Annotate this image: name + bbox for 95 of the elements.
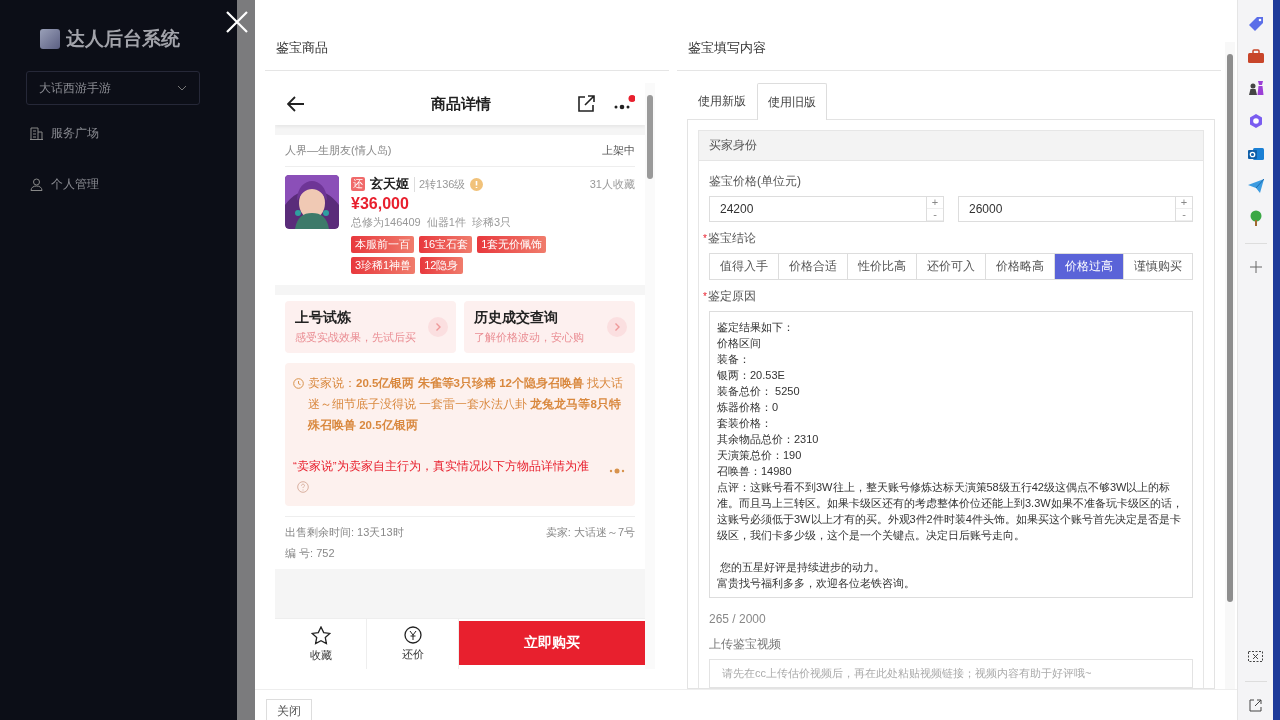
page-title: 商品详情 [430, 94, 492, 114]
close-icon[interactable] [225, 10, 249, 34]
field-label: 鉴宝结论 [707, 230, 756, 247]
increment-button[interactable]: + [927, 197, 943, 209]
hexagon-icon[interactable] [1247, 113, 1264, 129]
section-title: 鉴宝填写内容 [677, 32, 1221, 71]
star-icon [310, 625, 331, 645]
increment-button[interactable]: + [1176, 197, 1192, 209]
favorites-count: 31人收藏 [589, 176, 635, 192]
chevron-right-icon [607, 317, 627, 337]
promo-card[interactable]: 上号试炼 感受实战效果，先试后买 [285, 301, 456, 353]
text-line: 装备： [717, 352, 750, 367]
back-arrow-icon[interactable] [287, 96, 305, 112]
text-line: 其余物品总价：2310 [717, 432, 819, 447]
text-line: 点评：这账号看不到3W往上，整天账号修炼达标天演策58级五行42级这偶点不够3W以上的标准。而且马上三转区。如果卡级区还有的考虑整体价位还能上到3.3W如果不准备玩卡级区的话，这账号必须低于3W以上才有的买。外观3件2件时装4件头饰。如果买这个账号首先决定是否是卡级区，我们卡多少级，这个是一个关键点。决定日后账号走向。 [717, 480, 1184, 543]
tag: 本服前一百 [351, 236, 414, 253]
seller-note: 卖家说：20.5亿银两 朱雀等3只珍稀 12个隐身召唤兽 找大话迷～细节底子没得说 一套雷一套水法八卦 龙兔龙马等8只特殊召唤兽 20.5亿银两 [308, 376, 625, 433]
badge: 还 [351, 177, 365, 191]
external-link-icon[interactable] [1249, 699, 1262, 712]
paper-plane-icon[interactable] [1247, 179, 1264, 193]
decrement-button[interactable]: - [1176, 209, 1192, 221]
coin-icon [403, 626, 422, 644]
text-line: 套装价格： [717, 416, 772, 431]
promo-title: 历史成交查询 [474, 309, 559, 327]
text-line: 价格区间 [717, 336, 761, 351]
option-button[interactable]: 价格合适 [779, 254, 848, 279]
tree-icon[interactable] [1248, 210, 1263, 226]
building-icon [30, 127, 43, 140]
required-mark: * [703, 291, 707, 302]
number-field[interactable]: 26000 [958, 196, 1176, 222]
share-icon[interactable] [577, 95, 595, 113]
tag-icon[interactable] [1247, 16, 1264, 32]
text-line: 炼器价格：0 [717, 400, 779, 415]
promo-title: 上号试炼 [295, 309, 352, 327]
clock-icon [293, 378, 304, 389]
seller-name: 卖家: 大话迷～7号 [545, 525, 635, 540]
option-button[interactable]: 还价可入 [917, 254, 986, 279]
status-text: 上架中 [602, 143, 635, 158]
toolbox-icon[interactable] [1247, 49, 1264, 63]
scrollbar[interactable] [645, 83, 655, 669]
nav-item[interactable]: 服务广场 [51, 125, 99, 142]
level-text: 2转136级 [414, 176, 466, 192]
item-number: 编 号: 752 [285, 546, 336, 561]
option-button[interactable]: 谨慎购买 [1124, 254, 1192, 279]
buy-button[interactable]: 立即购买 [459, 621, 645, 665]
panel-header: 买家身份 [699, 131, 1203, 161]
action-button[interactable]: 收藏 [275, 619, 367, 669]
section-title: 鉴宝商品 [265, 32, 669, 71]
tab[interactable]: 使用旧版 [757, 83, 827, 120]
text-line: 鉴定结果如下： [717, 320, 794, 335]
chevron-down-icon [177, 85, 187, 91]
scrollbar[interactable] [1225, 42, 1235, 689]
tag: 12隐身 [420, 257, 463, 274]
option-button[interactable]: 价格过高 [1055, 254, 1124, 279]
game-dropdown[interactable]: 大话西游手游 [26, 71, 200, 105]
nav-item[interactable]: 个人管理 [51, 176, 99, 193]
tag: 1套无价佩饰 [477, 236, 547, 253]
text-line: 召唤兽：14980 [717, 464, 792, 479]
stats-text: 总修为146409 仙器1件 珍稀3只 [351, 215, 513, 230]
text-line: 天演策总价：190 [717, 448, 802, 463]
person-icon [30, 178, 43, 191]
chevron-right-icon [428, 317, 448, 337]
dots-icon [609, 468, 625, 474]
required-mark: * [703, 233, 707, 244]
mail-icon[interactable] [1247, 146, 1264, 162]
number-field[interactable]: 24200 [709, 196, 927, 222]
promo-card[interactable]: 历史成交查询 了解价格波动，安心购 [464, 301, 635, 353]
app-title: 达人后台系统 [66, 27, 180, 51]
option-button[interactable]: 性价比高 [848, 254, 917, 279]
text-line: 您的五星好评是持续进步的动力。 [719, 560, 885, 575]
sale-time: 出售剩余时间: 13天13时 [285, 525, 404, 540]
tag: 3珍稀1神兽 [351, 257, 416, 274]
promo-subtitle: 感受实战效果，先试后买 [295, 331, 416, 345]
tab[interactable]: 使用新版 [687, 83, 757, 119]
logo-icon [40, 29, 60, 49]
field-label: 鉴宝价格(单位元) [709, 173, 801, 190]
text-line: 装备总价： 5250 [717, 384, 800, 399]
disclaimer-text: “卖家说”为卖家自主行为，真实情况以下方物品详情为准 [293, 460, 589, 472]
text-line: 银两：20.53E [717, 368, 785, 383]
product-name: 玄天姬 [370, 175, 409, 193]
char-counter: 265 / 2000 [709, 612, 767, 626]
screenshot-icon[interactable] [1248, 651, 1263, 664]
chess-pieces-icon[interactable] [1247, 80, 1264, 96]
tag: 16宝石套 [419, 236, 473, 253]
server-name: 人界—生朋友(情人岛) [285, 143, 392, 158]
close-button[interactable]: 关闭 [266, 699, 312, 720]
field-label: 鉴定原因 [707, 288, 756, 305]
plus-icon[interactable] [1249, 261, 1262, 273]
price: ¥36,000 [351, 195, 410, 213]
text-line: 富贵找号福利多多，欢迎各位老铁咨询。 [717, 576, 915, 591]
option-button[interactable]: 值得入手 [710, 254, 779, 279]
reason-textarea[interactable] [709, 311, 1193, 598]
field-label: 上传鉴宝视频 [709, 636, 781, 653]
promo-subtitle: 了解价格波动，安心购 [474, 331, 584, 345]
decrement-button[interactable]: - [927, 209, 943, 221]
